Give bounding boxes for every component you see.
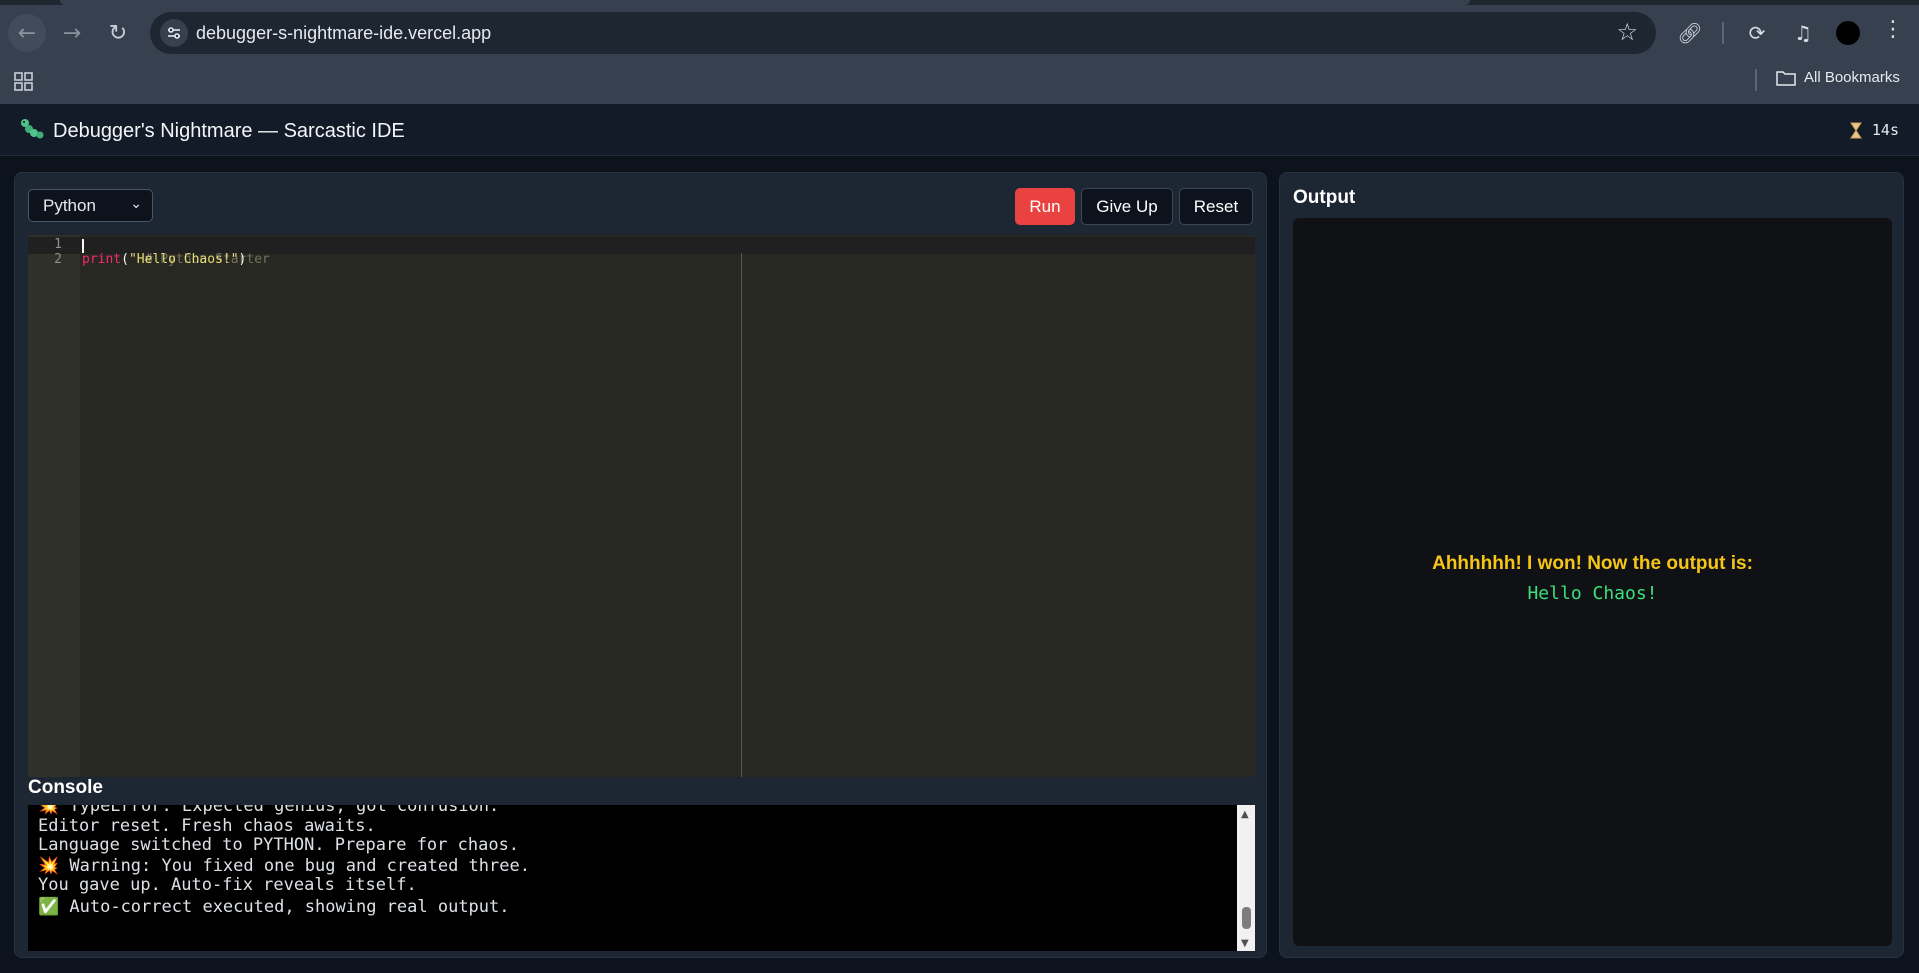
code-editor[interactable]: 1 2 # Python Starter print("Hello Chaos!…: [28, 235, 1255, 777]
run-button[interactable]: Run: [1015, 188, 1075, 225]
language-select[interactable]: Python ⌄: [28, 189, 153, 222]
console-line: Language switched to PYTHON. Prepare for…: [38, 835, 520, 855]
bookmarks-bar: All Bookmarks: [0, 66, 1919, 104]
app-title: Debugger's Nightmare — Sarcastic IDE: [53, 120, 405, 142]
console-line: 💥 TypeError: Expected genius, got confus…: [38, 805, 500, 816]
back-button[interactable]: ←: [8, 14, 46, 52]
code-string: "Hello Chaos!": [128, 252, 239, 267]
print-margin: [741, 253, 742, 777]
folder-icon: [1776, 70, 1796, 86]
console-title: Console: [28, 777, 103, 798]
bookmark-star-icon[interactable]: ☆: [1616, 18, 1638, 46]
profile-avatar[interactable]: [1836, 21, 1860, 45]
all-bookmarks-button[interactable]: All Bookmarks: [1776, 69, 1900, 86]
scrollbar-thumb[interactable]: [1242, 907, 1251, 929]
chevron-down-icon: ⌄: [130, 196, 142, 212]
reset-button[interactable]: Reset: [1179, 188, 1253, 225]
link-icon[interactable]: 🔗︎: [1674, 17, 1706, 49]
console-output[interactable]: 💥 TypeError: Expected genius, got confus…: [28, 805, 1255, 951]
code-paren: ): [238, 252, 247, 267]
code-function: print: [82, 252, 122, 267]
output-panel: Output Ahhhhhh! I won! Now the output is…: [1279, 172, 1904, 958]
language-select-value: Python: [43, 195, 96, 215]
hourglass-icon: [1849, 122, 1862, 138]
bookmarks-divider: [1755, 69, 1757, 91]
forward-arrow-icon: →: [62, 20, 82, 46]
reload-button[interactable]: ↻: [99, 14, 137, 52]
forward-button[interactable]: →: [53, 14, 91, 52]
code-paren: (: [121, 252, 129, 267]
tab-strip: [0, 0, 1919, 5]
url-text[interactable]: debugger-s-nightmare-ide.vercel.app: [196, 23, 491, 44]
browser-menu-icon[interactable]: ⋮: [1882, 17, 1904, 42]
line-number: 1: [54, 237, 62, 252]
apps-grid-icon[interactable]: [14, 72, 34, 92]
toolbar-divider: [1722, 22, 1724, 44]
extension-icon[interactable]: ⟳: [1741, 17, 1773, 49]
active-tab[interactable]: [60, 0, 1470, 5]
line-number-gutter: [28, 235, 80, 777]
console-line: You gave up. Auto-fix reveals itself.: [38, 875, 417, 895]
site-settings-icon[interactable]: [160, 19, 188, 47]
media-queue-icon[interactable]: ♫: [1787, 17, 1819, 49]
console-scrollbar[interactable]: ▲ ▼: [1237, 805, 1255, 951]
scroll-down-icon[interactable]: ▼: [1241, 938, 1249, 949]
back-arrow-icon: ←: [17, 20, 37, 46]
output-message: Ahhhhhh! I won! Now the output is:: [1432, 553, 1753, 574]
line-number: 2: [54, 252, 62, 267]
editor-panel: Python ⌄ Run Give Up Reset 1 2 # Python …: [14, 172, 1267, 958]
console-line: ✅ Auto-correct executed, showing real ou…: [38, 897, 510, 917]
ide-app: Debugger's Nightmare — Sarcastic IDE 14s…: [0, 104, 1919, 973]
timer-value: 14s: [1871, 121, 1899, 139]
code-line-2[interactable]: print("Hello Chaos!"): [82, 252, 246, 267]
all-bookmarks-label: All Bookmarks: [1804, 69, 1900, 86]
text-cursor: [82, 239, 84, 253]
output-result: Hello Chaos!: [1527, 583, 1658, 604]
timer: 14s: [1849, 121, 1899, 139]
console-line: 💥 Warning: You fixed one bug and created…: [38, 856, 530, 876]
caterpillar-icon: [21, 119, 44, 139]
address-bar[interactable]: debugger-s-nightmare-ide.vercel.app ☆: [150, 12, 1656, 54]
app-header: Debugger's Nightmare — Sarcastic IDE 14s: [0, 104, 1919, 156]
browser-toolbar: ← → ↻ debugger-s-nightmare-ide.vercel.ap…: [0, 0, 1919, 66]
reload-icon: ↻: [108, 20, 128, 46]
console-line: Editor reset. Fresh chaos awaits.: [38, 816, 376, 836]
scroll-up-icon[interactable]: ▲: [1241, 809, 1249, 820]
give-up-button[interactable]: Give Up: [1081, 188, 1173, 225]
output-display: Ahhhhhh! I won! Now the output is: Hello…: [1293, 218, 1892, 946]
output-title: Output: [1293, 187, 1356, 208]
